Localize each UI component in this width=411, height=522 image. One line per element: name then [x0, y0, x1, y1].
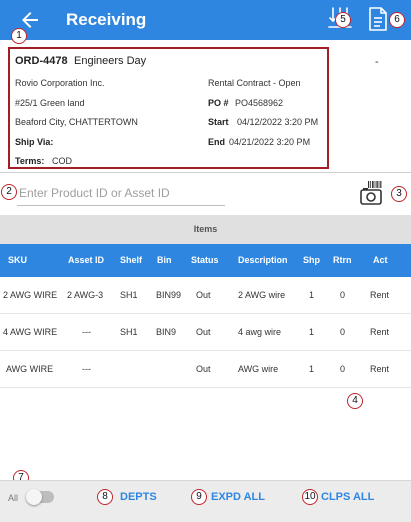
- cell-description: 4 awg wire: [238, 327, 282, 337]
- table-row[interactable]: 4 AWG WIRE --- SH1 BIN9 Out 4 awg wire 1…: [0, 314, 411, 351]
- toggle-knob: [26, 489, 42, 505]
- cell-shipped: 1: [309, 290, 315, 300]
- cell-bin: BIN9: [156, 327, 177, 337]
- callout-marker: 10: [302, 489, 318, 505]
- document-icon[interactable]: [367, 6, 389, 32]
- order-id: ORD-4478: [15, 55, 68, 67]
- callout-marker: 3: [391, 186, 407, 202]
- ship-via-label: Ship Via:: [15, 137, 54, 147]
- callout-marker: 5: [335, 12, 351, 28]
- collapse-all-button[interactable]: CLPS ALL: [321, 491, 374, 503]
- order-name: Engineers Day: [74, 55, 147, 67]
- footer-bar: All 8 DEPTS 9 EXPD ALL 10 CLPS ALL: [0, 480, 411, 522]
- cell-description: AWG wire: [238, 364, 279, 374]
- start-value: 04/12/2022 3:20 PM: [237, 117, 319, 127]
- cell-description: 2 AWG wire: [238, 290, 286, 300]
- start-label: Start: [208, 117, 229, 127]
- cell-status: Out: [196, 290, 211, 300]
- column-header: Asset ID: [68, 255, 105, 265]
- callout-marker: 1: [11, 28, 27, 44]
- column-header: Rtrn: [333, 255, 352, 265]
- cell-action[interactable]: Rent: [370, 277, 389, 314]
- right-placeholder-dash: -: [375, 56, 379, 68]
- items-table-header: SKU Asset ID Shelf Bin Status Descriptio…: [0, 244, 411, 277]
- customer-name: Rovio Corporation Inc.: [15, 78, 105, 88]
- cell-bin: BIN99: [156, 290, 182, 300]
- po-value: PO4568962: [235, 98, 284, 108]
- cell-sku: 2 AWG WIRE: [3, 290, 58, 300]
- end-label: End: [208, 137, 225, 147]
- callout-marker: 9: [191, 489, 207, 505]
- cell-status: Out: [196, 364, 211, 374]
- column-header: Shelf: [120, 255, 143, 265]
- cell-asset-id: 2 AWG-3: [67, 290, 104, 300]
- cell-action[interactable]: Rent: [370, 314, 389, 351]
- depts-button[interactable]: DEPTS: [120, 491, 157, 503]
- table-row[interactable]: 2 AWG WIRE 2 AWG-3 SH1 BIN99 Out 2 AWG w…: [0, 277, 411, 314]
- column-header: Act: [373, 255, 388, 265]
- po-label: PO #: [208, 98, 229, 108]
- all-toggle-switch[interactable]: [26, 489, 54, 505]
- column-header: Shp: [303, 255, 320, 265]
- cell-asset-id: ---: [82, 327, 91, 337]
- terms-value: COD: [52, 156, 72, 166]
- terms-label: Terms:: [15, 156, 45, 166]
- order-details-panel: ORD-4478 Engineers Day Rovio Corporation…: [8, 47, 329, 169]
- divider: [0, 172, 411, 173]
- cell-shelf: SH1: [120, 290, 138, 300]
- cell-shipped: 1: [309, 364, 315, 374]
- cell-sku: AWG WIRE: [6, 364, 54, 374]
- column-header: Description: [238, 255, 288, 265]
- barcode-camera-icon[interactable]: [359, 180, 385, 206]
- callout-marker: 2: [1, 184, 17, 200]
- table-row[interactable]: AWG WIRE --- Out AWG wire 1 0 Rent: [0, 351, 411, 388]
- address-line-2: Beaford City, CHATTERTOWN: [15, 117, 138, 127]
- column-header: Status: [191, 255, 219, 265]
- cell-status: Out: [196, 327, 211, 337]
- column-header: SKU: [8, 255, 28, 265]
- expand-all-button[interactable]: EXPD ALL: [211, 491, 265, 503]
- end-value: 04/21/2022 3:20 PM: [229, 137, 311, 147]
- callout-marker: 6: [389, 12, 405, 28]
- cell-shipped: 1: [309, 327, 315, 337]
- product-asset-search-input[interactable]: [17, 180, 225, 206]
- items-section-header: Items: [0, 215, 411, 244]
- cell-shelf: SH1: [120, 327, 138, 337]
- address-line-1: #25/1 Green land: [15, 98, 85, 108]
- cell-returned: 0: [340, 290, 346, 300]
- column-header: Bin: [157, 255, 172, 265]
- cell-action[interactable]: Rent: [370, 351, 389, 388]
- contract-status: Rental Contract - Open: [208, 78, 301, 88]
- cell-asset-id: ---: [82, 364, 91, 374]
- all-toggle-label: All: [8, 493, 19, 503]
- cell-returned: 0: [340, 327, 346, 337]
- cell-returned: 0: [340, 364, 346, 374]
- callout-marker: 8: [97, 489, 113, 505]
- cell-sku: 4 AWG WIRE: [3, 327, 58, 337]
- callout-marker: 4: [347, 393, 363, 409]
- page-title: Receiving: [66, 10, 147, 29]
